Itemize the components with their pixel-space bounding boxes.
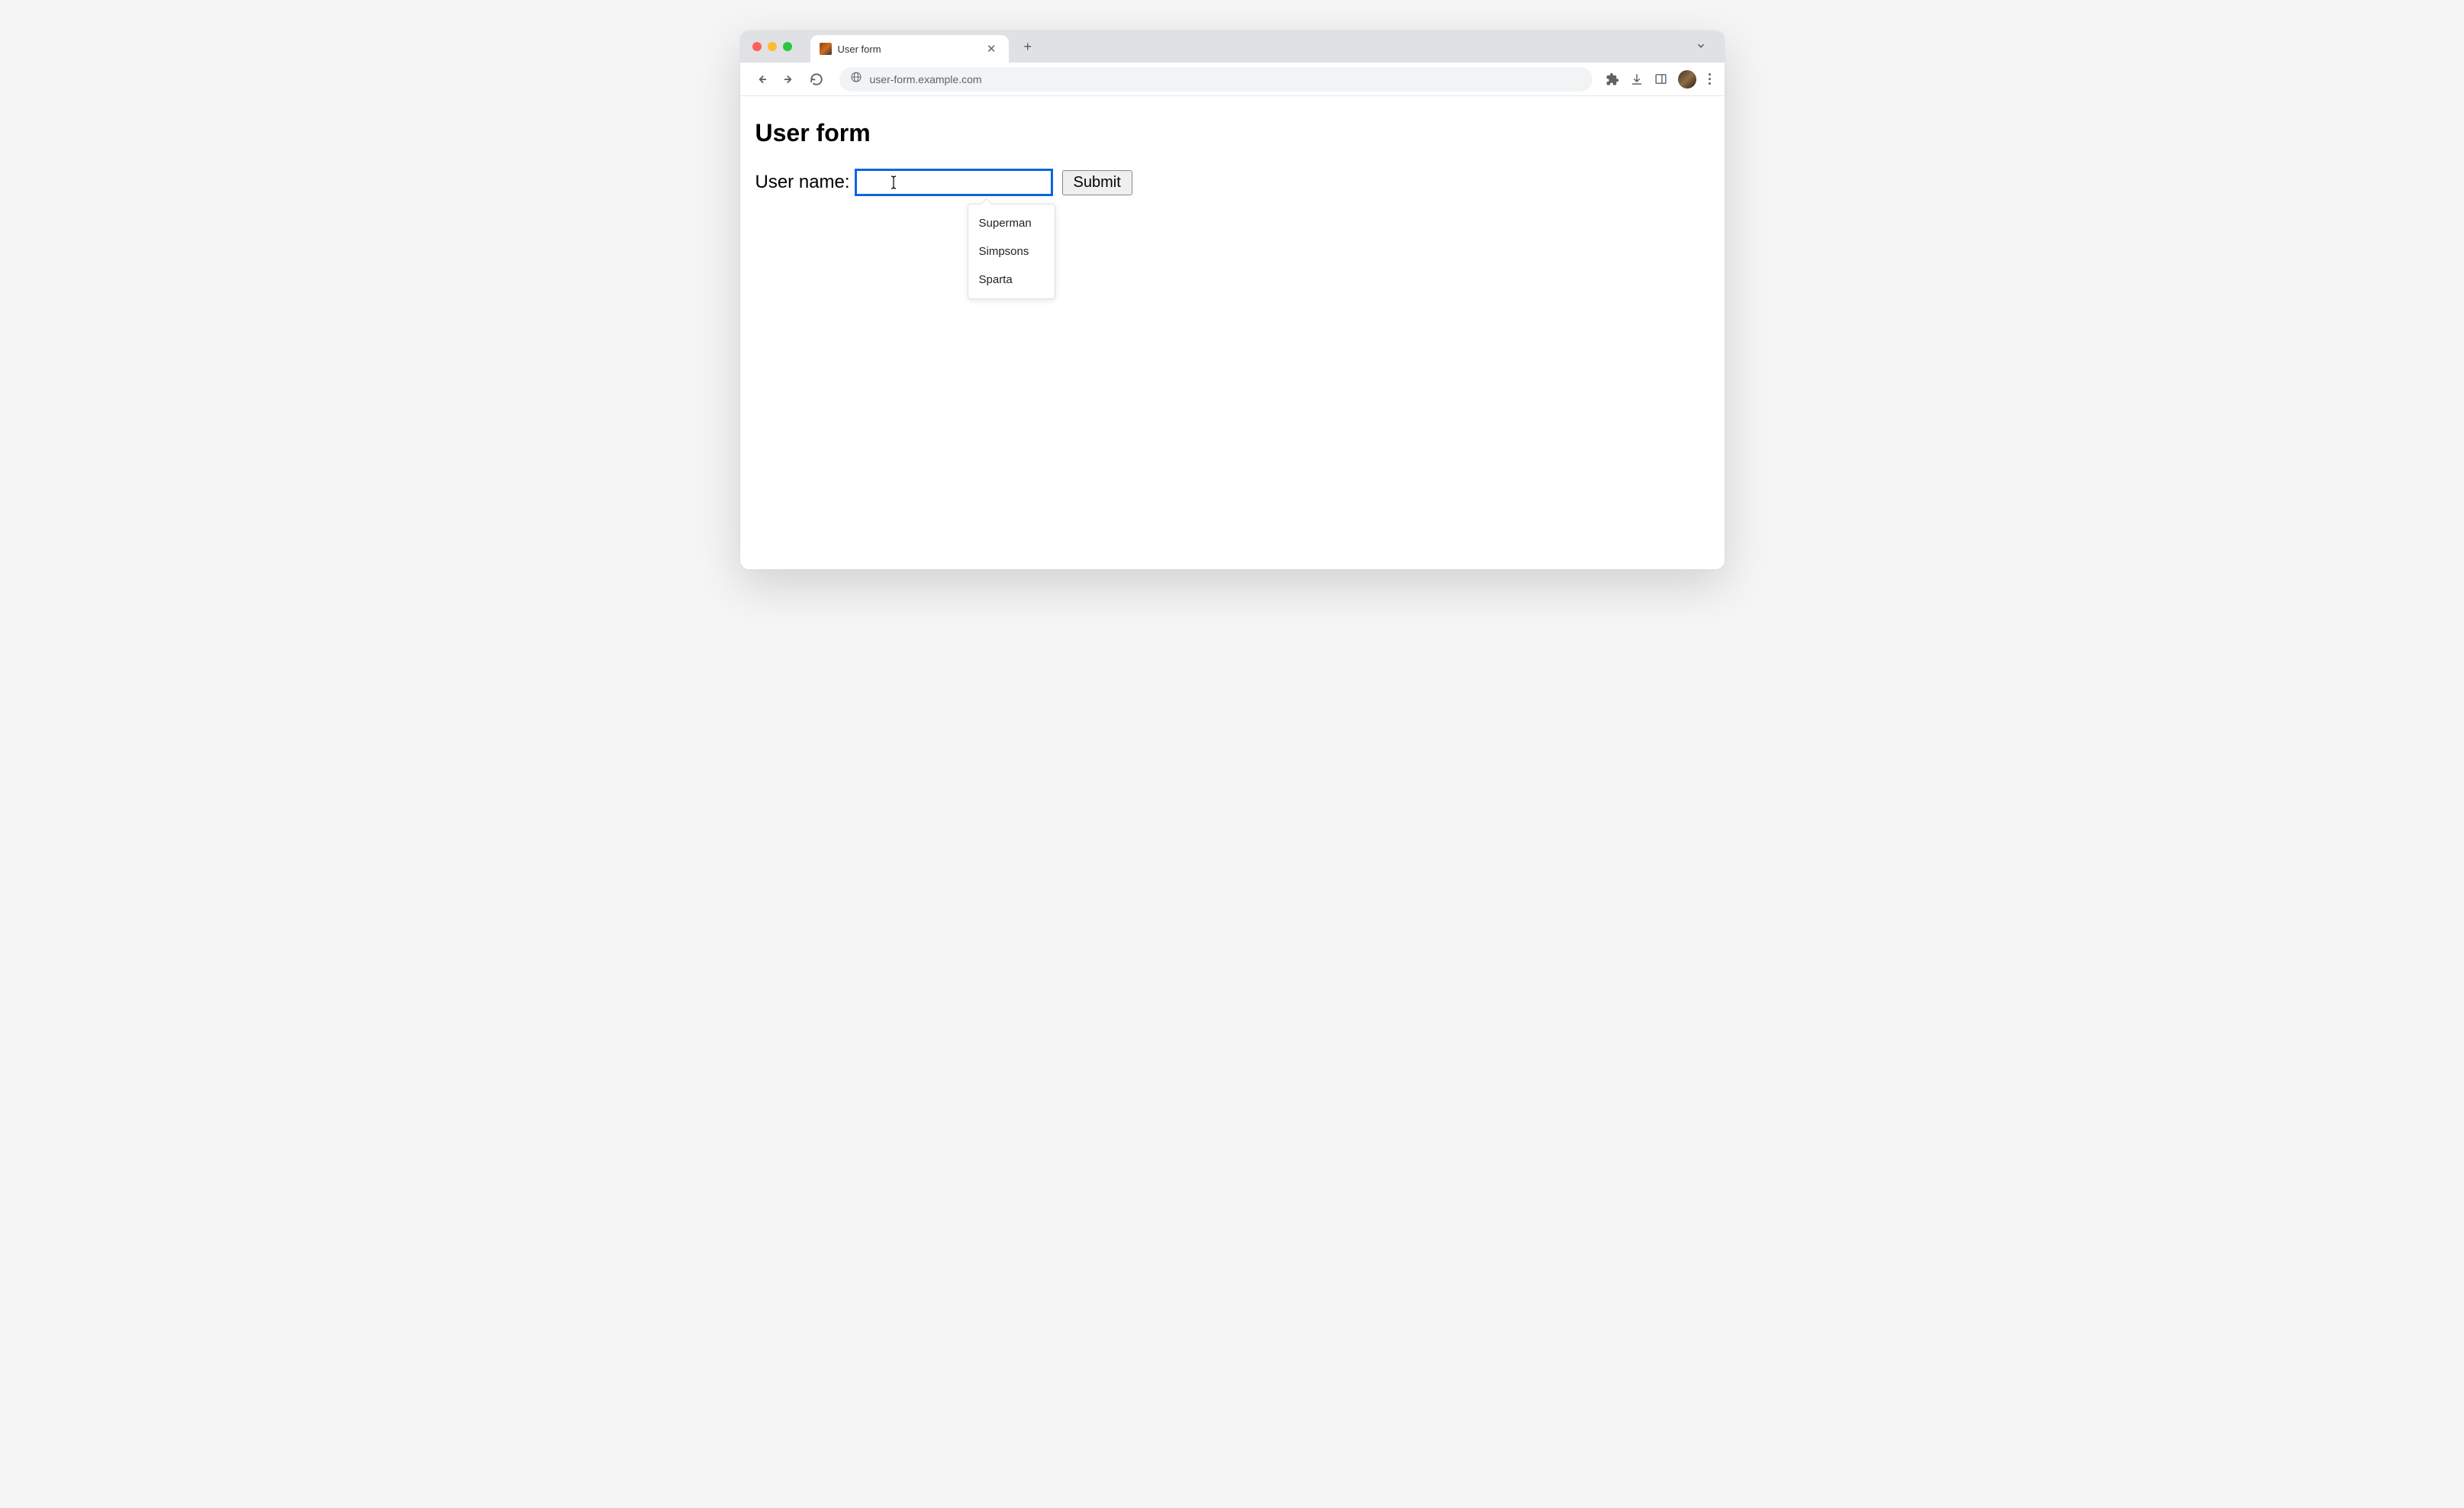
user-form: User name: Submit Superman Simpsons Spar… <box>755 169 1709 196</box>
window-minimize-button[interactable] <box>768 42 777 51</box>
forward-button[interactable] <box>778 69 800 90</box>
page-content: User form User name: Submit Superman Sim… <box>740 96 1725 569</box>
globe-icon <box>850 71 862 87</box>
window-maximize-button[interactable] <box>783 42 792 51</box>
downloads-icon[interactable] <box>1629 72 1644 87</box>
autocomplete-dropdown: Superman Simpsons Sparta <box>968 204 1055 299</box>
side-panel-icon[interactable] <box>1654 72 1669 87</box>
reload-button[interactable] <box>806 69 827 90</box>
username-label: User name: <box>755 172 850 193</box>
tab-title: User form <box>838 44 978 55</box>
url-text: user-form.example.com <box>870 73 982 85</box>
browser-tab[interactable]: User form ✕ <box>810 35 1009 63</box>
autocomplete-item-superman[interactable]: Superman <box>968 209 1055 237</box>
tab-favicon-icon <box>820 43 832 55</box>
username-input[interactable] <box>855 169 1053 196</box>
kebab-menu-icon[interactable] <box>1705 70 1714 88</box>
title-bar: User form ✕ + <box>740 31 1725 63</box>
back-button[interactable] <box>751 69 772 90</box>
extensions-icon[interactable] <box>1605 72 1620 87</box>
window-close-button[interactable] <box>752 42 762 51</box>
autocomplete-item-sparta[interactable]: Sparta <box>968 266 1055 294</box>
browser-toolbar: user-form.example.com <box>740 63 1725 96</box>
address-bar[interactable]: user-form.example.com <box>839 67 1593 92</box>
new-tab-button[interactable]: + <box>1018 36 1039 58</box>
autocomplete-item-simpsons[interactable]: Simpsons <box>968 237 1055 266</box>
submit-button[interactable]: Submit <box>1062 170 1132 195</box>
browser-window: User form ✕ + user-form.example.com <box>740 31 1725 569</box>
page-title: User form <box>755 119 1709 147</box>
tabs-dropdown-icon[interactable] <box>1689 37 1712 56</box>
window-controls <box>752 42 792 51</box>
profile-avatar[interactable] <box>1678 70 1696 89</box>
toolbar-right <box>1605 70 1714 89</box>
tab-close-icon[interactable]: ✕ <box>984 40 1000 57</box>
